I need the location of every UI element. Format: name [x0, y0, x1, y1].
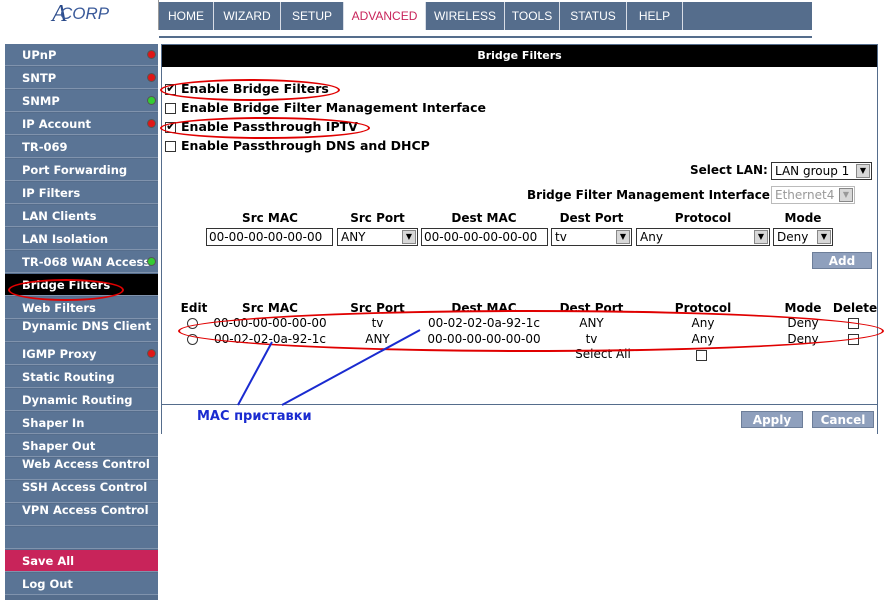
annotation-line: [237, 341, 273, 406]
annotation-arrows: [237, 329, 421, 406]
annotation-text: MAC приставки: [197, 409, 312, 424]
annotation-line: [281, 329, 421, 406]
